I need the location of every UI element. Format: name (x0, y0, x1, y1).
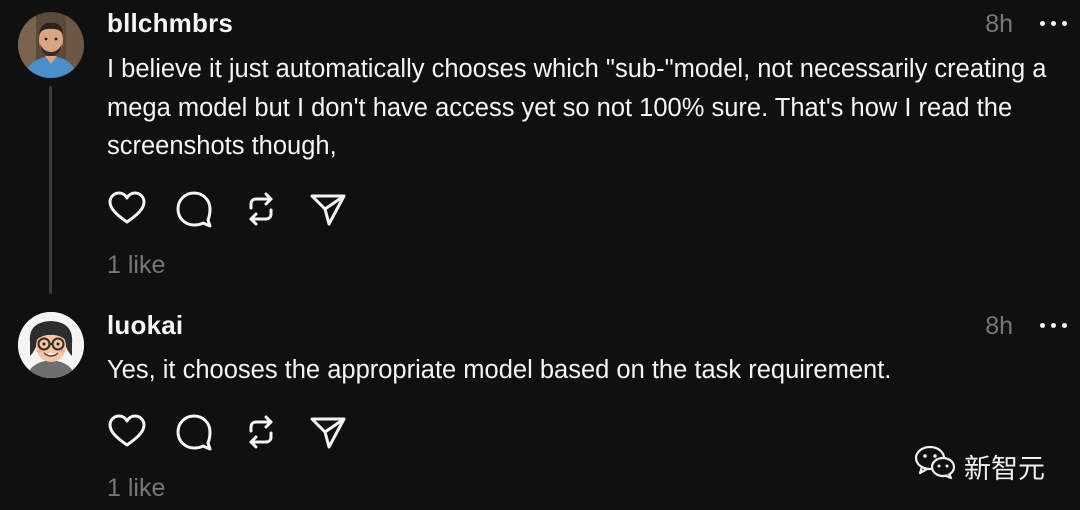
thread-connector-line (49, 86, 52, 294)
username[interactable]: luokai (107, 310, 183, 341)
like-count[interactable]: 1 like (107, 251, 165, 280)
watermark: 新智元 (914, 445, 1054, 485)
like-count[interactable]: 1 like (107, 474, 165, 503)
user-avatar[interactable] (18, 12, 84, 78)
heart-icon[interactable] (107, 412, 147, 452)
comment-icon[interactable] (174, 189, 214, 229)
user-avatar[interactable] (18, 312, 84, 378)
more-options-icon[interactable] (1040, 320, 1068, 330)
heart-icon[interactable] (107, 189, 147, 229)
wechat-icon (914, 445, 956, 480)
post-actions (107, 412, 367, 452)
share-icon[interactable] (308, 412, 348, 452)
more-options-icon[interactable] (1040, 18, 1068, 28)
repost-icon[interactable] (241, 189, 281, 229)
post-timestamp: 8h (985, 312, 1013, 340)
post-actions (107, 189, 367, 229)
repost-icon[interactable] (241, 412, 281, 452)
username[interactable]: bllchmbrs (107, 8, 233, 39)
post-text: Yes, it chooses the appropriate model ba… (107, 356, 892, 384)
watermark-text: 新智元 (964, 454, 1045, 485)
share-icon[interactable] (308, 189, 348, 229)
comment-icon[interactable] (174, 412, 214, 452)
post-timestamp: 8h (985, 10, 1013, 38)
post-text: I believe it just automatically chooses … (107, 55, 1047, 160)
